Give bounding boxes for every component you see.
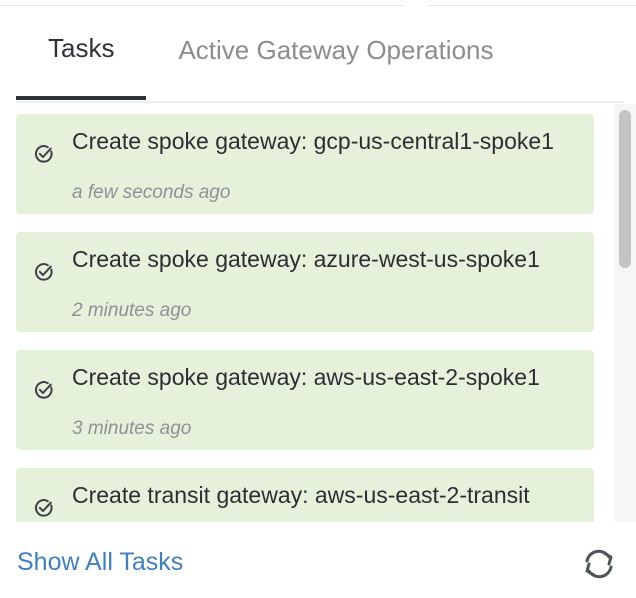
check-circle-icon: [34, 381, 53, 399]
task-list-scrollbar[interactable]: [614, 104, 636, 522]
task-item[interactable]: Create spoke gateway: gcp-us-central1-sp…: [16, 114, 594, 214]
task-title: Create spoke gateway: azure-west-us-spok…: [72, 246, 540, 272]
check-circle-icon: [34, 145, 53, 163]
task-timestamp: 3 minutes ago: [72, 418, 192, 439]
task-item[interactable]: Create spoke gateway: aws-us-east-2-spok…: [16, 350, 594, 450]
tab-active-gateway-operations[interactable]: Active Gateway Operations: [146, 0, 493, 100]
task-title: Create transit gateway: aws-us-east-2-tr…: [72, 482, 530, 508]
show-all-tasks-link[interactable]: Show All Tasks: [17, 548, 183, 577]
task-item[interactable]: Create transit gateway: aws-us-east-2-tr…: [16, 468, 594, 522]
check-circle-icon: [34, 263, 53, 281]
tab-bar: Tasks Active Gateway Operations: [16, 0, 624, 103]
task-title: Create spoke gateway: gcp-us-central1-sp…: [72, 128, 554, 154]
task-list: Create spoke gateway: gcp-us-central1-sp…: [16, 104, 622, 522]
task-timestamp: 2 minutes ago: [72, 300, 192, 321]
refresh-icon[interactable]: [580, 546, 618, 582]
task-item[interactable]: Create spoke gateway: azure-west-us-spok…: [16, 232, 594, 332]
tab-tasks[interactable]: Tasks: [16, 0, 147, 100]
task-timestamp: a few seconds ago: [72, 182, 231, 203]
task-title: Create spoke gateway: aws-us-east-2-spok…: [72, 364, 540, 390]
scroll-thumb[interactable]: [619, 110, 631, 268]
footer: Show All Tasks: [0, 522, 636, 598]
check-circle-icon: [34, 499, 53, 517]
